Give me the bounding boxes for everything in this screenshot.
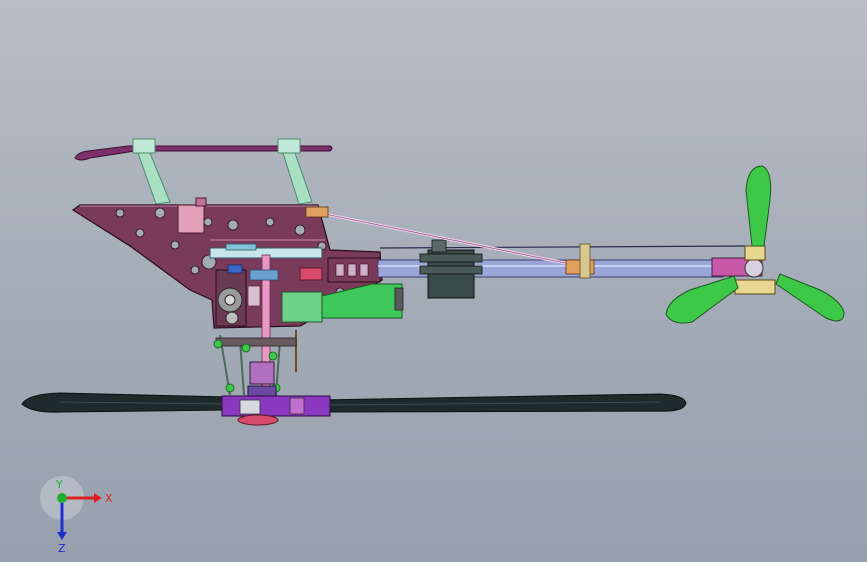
cad-viewport[interactable]: X Y Z <box>0 0 867 562</box>
y-axis-label: Y <box>55 478 63 491</box>
coordinate-triad: X Y Z <box>40 476 113 555</box>
upper-block[interactable] <box>177 197 207 234</box>
helicopter-model[interactable] <box>0 0 867 562</box>
main-rotor[interactable] <box>21 392 687 426</box>
z-axis-arrowhead <box>57 532 67 540</box>
x-axis-arrowhead <box>94 493 102 503</box>
gear-assembly[interactable] <box>215 264 247 327</box>
swashplate-linkage[interactable] <box>213 330 297 397</box>
tail-rotor[interactable] <box>665 165 845 324</box>
canopy-handle[interactable] <box>74 138 333 205</box>
rear-box[interactable] <box>327 257 381 283</box>
z-axis-label: Z <box>58 542 66 555</box>
tail-servo[interactable] <box>419 239 483 299</box>
x-axis-label: X <box>105 492 113 505</box>
y-axis-arrow <box>57 493 67 503</box>
